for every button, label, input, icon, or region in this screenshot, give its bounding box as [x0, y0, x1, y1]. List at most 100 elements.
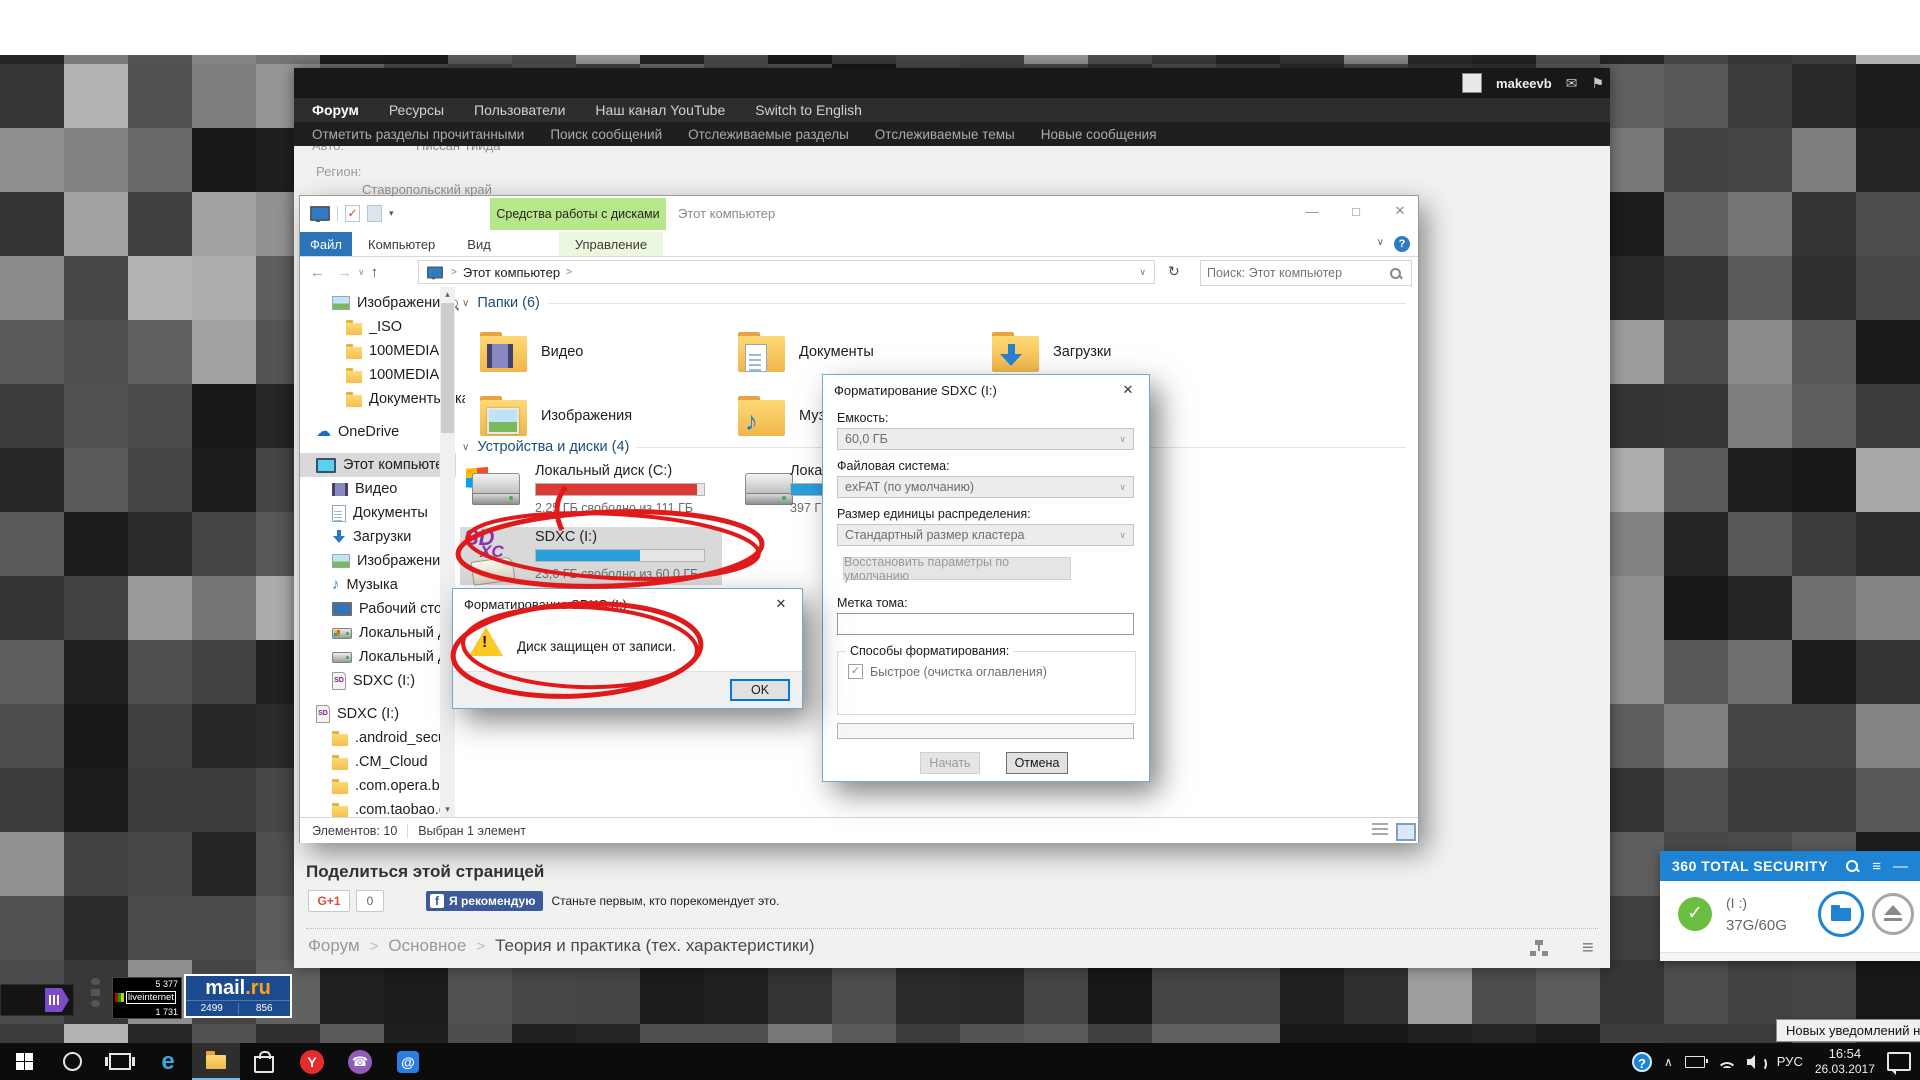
minimize-button[interactable]: —	[1292, 196, 1332, 226]
sidebar-item-100media-2[interactable]: 100MEDIA	[300, 363, 486, 387]
nav-mark-read[interactable]: Отметить разделы прочитанными	[312, 127, 524, 142]
computer-icon	[427, 266, 443, 278]
scrollbar-thumb[interactable]	[441, 303, 454, 433]
nav-new-posts[interactable]: Новые сообщения	[1041, 127, 1157, 142]
share-title: Поделиться этой страницей	[306, 862, 544, 882]
help-icon[interactable]: ?	[1394, 236, 1410, 252]
scroll-up-icon[interactable]: ▴	[440, 289, 455, 300]
taskbar-explorer[interactable]	[192, 1043, 240, 1080]
wallpaper-tile	[64, 896, 128, 960]
breadcrumb-main[interactable]: Основное	[388, 936, 466, 956]
history-dropdown-icon[interactable]: ∨	[358, 267, 365, 278]
scroll-down-icon[interactable]: ▾	[440, 804, 455, 815]
close-icon[interactable]: ✕	[760, 589, 802, 618]
battery-icon[interactable]	[1685, 1056, 1705, 1068]
taskbar-viber[interactable]: ☎	[336, 1043, 384, 1080]
nav-watched-sections[interactable]: Отслеживаемые разделы	[688, 127, 849, 142]
wallpaper-tile	[64, 128, 128, 192]
refresh-icon[interactable]: ↻	[1168, 263, 1180, 280]
close-button[interactable]: ✕	[1380, 196, 1420, 226]
address-bar[interactable]: > Этот компьютер > ∨	[418, 260, 1155, 284]
sidebar-item-this-pc[interactable]: Этот компьютер	[300, 453, 456, 477]
sitemap-icon[interactable]	[1530, 940, 1548, 956]
language-indicator[interactable]: РУС	[1777, 1054, 1803, 1069]
dialog-titlebar[interactable]: Форматирование SDXC (I:) ✕	[823, 375, 1149, 405]
sidebar-item-iso[interactable]: _ISO	[300, 315, 486, 339]
back-icon[interactable]: ←	[310, 264, 325, 281]
nav-switch-english[interactable]: Switch to English	[755, 102, 862, 118]
messages-envelope-icon[interactable]: ✉	[1566, 75, 1578, 92]
widget-header[interactable]: 360 TOTAL SECURITY ≡ —	[1660, 851, 1920, 881]
eject-button[interactable]	[1872, 893, 1914, 935]
taskbar-yandex[interactable]: Y	[288, 1043, 336, 1080]
address-dropdown-icon[interactable]: ∨	[1139, 267, 1146, 278]
minimize-icon[interactable]: —	[1893, 858, 1908, 875]
folder-tile-documents[interactable]: Документы	[738, 323, 988, 381]
tray-expand-icon[interactable]: ∧	[1664, 1055, 1673, 1069]
drive-tile-c[interactable]: Локальный диск (C:) 2,25 ГБ свободно из …	[460, 463, 722, 521]
wallpaper-tile	[64, 192, 128, 256]
action-center-icon[interactable]	[1887, 1052, 1911, 1071]
folders-group-header[interactable]: ∨ Папки (6)	[462, 295, 1406, 311]
system-tray: ? ∧ РУС 16:5426.03.2017	[1632, 1043, 1911, 1080]
list-view-toggle-icon[interactable]	[1372, 823, 1388, 837]
taskbar-search-button[interactable]	[48, 1043, 96, 1080]
maximize-button[interactable]: □	[1336, 196, 1376, 226]
avatar[interactable]	[1462, 73, 1482, 93]
chevron-down-icon[interactable]: ∨	[462, 298, 469, 309]
taskbar-store[interactable]	[240, 1043, 288, 1080]
sidebar-item-sdxc-root[interactable]: SDSDXC (I:)	[300, 702, 456, 726]
nav-users[interactable]: Пользователи	[474, 102, 565, 118]
sidebar-scrollbar[interactable]: ▴ ▾	[440, 287, 455, 817]
close-icon[interactable]: ✕	[1107, 375, 1149, 404]
folder-tile-pictures[interactable]: Изображения	[480, 387, 730, 445]
folder-tile-downloads[interactable]: Загрузки	[992, 323, 1242, 381]
folder-tile-videos[interactable]: Видео	[480, 323, 730, 381]
up-icon[interactable]: ↑	[371, 264, 379, 281]
sidebar-item-onedrive[interactable]: ☁OneDrive	[300, 420, 456, 444]
cancel-button[interactable]: Отмена	[1006, 752, 1068, 774]
wifi-icon[interactable]	[1717, 1055, 1735, 1068]
mailru-badge[interactable]: mail.ru 2499 856	[184, 974, 292, 1018]
drive-tile-sdxc[interactable]: SDXC SDXC (I:) 23,0 ГБ свободно из 60,0 …	[460, 527, 722, 585]
gplus-button[interactable]: G+1	[308, 890, 350, 912]
search-input[interactable]	[1201, 265, 1390, 281]
ribbon-collapse-icon[interactable]: ∨	[1377, 237, 1384, 248]
nav-youtube[interactable]: Наш канал YouTube	[595, 102, 725, 118]
sidebar-item-100media[interactable]: 100MEDIA	[300, 339, 486, 363]
search-box[interactable]	[1200, 260, 1412, 286]
help-tray-icon[interactable]: ?	[1632, 1052, 1652, 1072]
search-icon[interactable]	[1846, 860, 1858, 872]
username[interactable]: makeevb	[1496, 76, 1552, 91]
start-button[interactable]	[0, 1043, 48, 1080]
facebook-recommend-button[interactable]: fЯ рекомендую	[426, 891, 543, 911]
sidebar-item-scanned-docs[interactable]: Документы скан	[300, 387, 486, 411]
alerts-flag-icon[interactable]: ⚑	[1591, 75, 1604, 92]
wallpaper-tile	[1728, 576, 1792, 640]
address-toolbar: ← → ∨ ↑ > Этот компьютер > ∨ ↻	[300, 257, 1418, 287]
chevron-down-icon[interactable]: ∨	[462, 442, 469, 453]
counter-badge[interactable]	[0, 984, 74, 1016]
breadcrumb-forum[interactable]: Форум	[308, 936, 360, 956]
dialog-titlebar[interactable]: Форматирование SDXC (I:) ✕	[453, 589, 802, 619]
thumbnail-view-toggle-icon[interactable]	[1396, 823, 1416, 841]
volume-icon[interactable]	[1747, 1055, 1765, 1069]
taskbar-mail[interactable]: @	[384, 1043, 432, 1080]
task-view-button[interactable]	[96, 1043, 144, 1080]
hamburger-icon[interactable]: ≡	[1582, 940, 1594, 956]
taskbar-edge[interactable]: e	[144, 1043, 192, 1080]
wallpaper-tile	[1280, 960, 1344, 1024]
liveinternet-badge[interactable]: 5 377 liveinternet 1 731	[112, 977, 182, 1019]
menu-icon[interactable]: ≡	[1872, 858, 1881, 875]
open-drive-button[interactable]	[1818, 891, 1864, 937]
search-icon[interactable]	[1390, 268, 1401, 279]
clock[interactable]: 16:5426.03.2017	[1815, 1046, 1875, 1077]
ok-button[interactable]: OK	[730, 679, 790, 701]
nav-watched-topics[interactable]: Отслеживаемые темы	[875, 127, 1015, 142]
nav-search-posts[interactable]: Поиск сообщений	[550, 127, 662, 142]
address-location[interactable]: Этот компьютер	[463, 265, 560, 280]
nav-resources[interactable]: Ресурсы	[389, 102, 444, 118]
forward-icon[interactable]: →	[337, 264, 352, 281]
nav-forum[interactable]: Форум	[312, 102, 359, 118]
volume-label-input[interactable]	[837, 613, 1134, 635]
